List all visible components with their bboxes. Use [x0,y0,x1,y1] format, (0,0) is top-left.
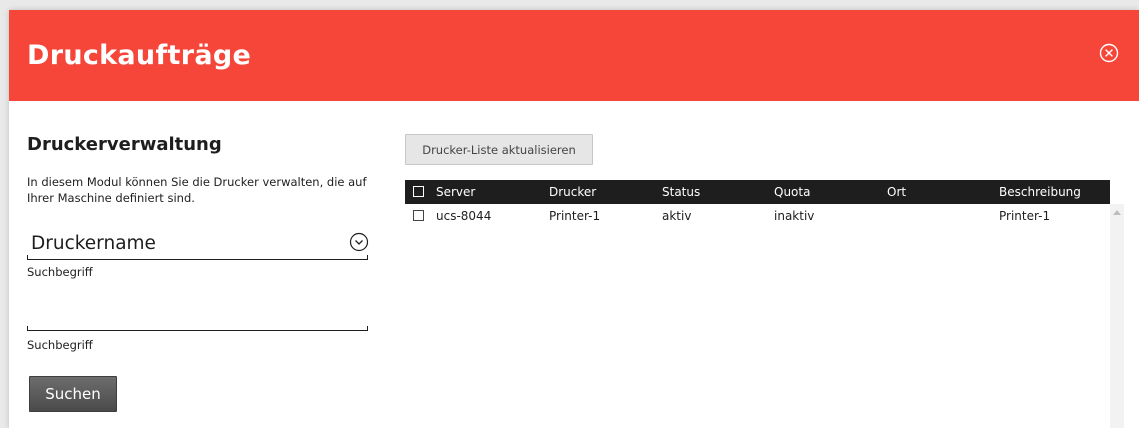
row-checkbox[interactable] [413,210,424,221]
panel-description: In diesem Modul können Sie die Drucker v… [27,175,367,205]
column-header-server[interactable]: Server [436,180,475,204]
search-input-label: Suchbegriff [27,338,93,352]
search-category-select[interactable]: Druckername [27,231,369,260]
grid-scrollbar[interactable] [1110,204,1124,428]
cell-status: aktiv [662,209,692,223]
select-all-checkbox[interactable] [413,186,424,197]
dialog-header: Druckaufträge [9,10,1139,101]
search-field [27,310,368,331]
close-circle-icon [1099,43,1119,63]
print-jobs-dialog: Druckaufträge Druckerverwaltung In diese… [9,10,1139,428]
cell-beschreibung: Printer-1 [999,209,1051,223]
scroll-up-arrow-icon[interactable] [1113,210,1121,215]
grid-header: Server Drucker Status Quota Ort Beschrei… [405,180,1110,204]
close-button[interactable] [1099,43,1119,63]
column-header-quota[interactable]: Quota [774,180,810,204]
search-button[interactable]: Suchen [29,376,117,412]
column-header-beschreibung[interactable]: Beschreibung [999,180,1081,204]
search-category-value: Druckername [31,233,156,254]
search-input[interactable] [27,310,368,330]
table-row[interactable]: ucs-8044 Printer-1 aktiv inaktiv Printer… [405,204,1110,228]
chevron-down-circle-icon [349,232,369,252]
column-header-status[interactable]: Status [662,180,700,204]
dialog-title: Druckaufträge [27,40,252,71]
field-tick-left [27,326,28,331]
cell-quota: inaktiv [774,209,815,223]
field-tick-right [367,326,368,331]
cell-drucker: Printer-1 [549,209,601,223]
column-header-ort[interactable]: Ort [887,180,906,204]
cell-server: ucs-8044 [436,209,492,223]
column-header-drucker[interactable]: Drucker [549,180,596,204]
search-category-label: Suchbegriff [27,265,93,279]
panel-title: Druckerverwaltung [27,134,222,155]
refresh-printer-list-button[interactable]: Drucker-Liste aktualisieren [405,134,593,165]
